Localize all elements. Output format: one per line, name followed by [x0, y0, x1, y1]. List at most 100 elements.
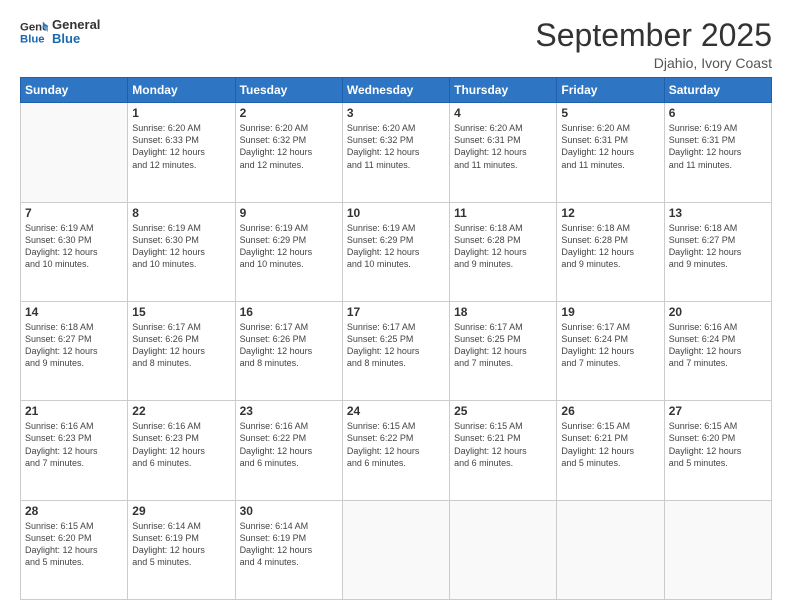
col-monday: Monday: [128, 78, 235, 103]
calendar-cell: [342, 500, 449, 599]
day-info: Sunrise: 6:18 AM Sunset: 6:28 PM Dayligh…: [454, 222, 552, 271]
logo-line1: General: [52, 18, 100, 32]
day-info: Sunrise: 6:19 AM Sunset: 6:31 PM Dayligh…: [669, 122, 767, 171]
calendar-cell: 19Sunrise: 6:17 AM Sunset: 6:24 PM Dayli…: [557, 301, 664, 400]
day-info: Sunrise: 6:16 AM Sunset: 6:24 PM Dayligh…: [669, 321, 767, 370]
col-wednesday: Wednesday: [342, 78, 449, 103]
calendar-header-row: Sunday Monday Tuesday Wednesday Thursday…: [21, 78, 772, 103]
day-info: Sunrise: 6:15 AM Sunset: 6:21 PM Dayligh…: [561, 420, 659, 469]
calendar-cell: 18 Sunrise: 6:17 AM Sunset: 6:25 PM Dayli…: [450, 301, 557, 400]
calendar-cell: 22 Sunrise: 6:16 AM Sunset: 6:23 PM Dayli…: [128, 401, 235, 500]
col-thursday: Thursday: [450, 78, 557, 103]
day-number: 10: [347, 206, 445, 220]
col-sunday: Sunday: [21, 78, 128, 103]
day-info: Sunrise: 6:18 AM Sunset: 6:27 PM Dayligh…: [25, 321, 123, 370]
day-number: 24: [347, 404, 445, 418]
title-block: September 2025 Djahio, Ivory Coast: [535, 18, 772, 71]
logo-icon: General Blue: [20, 18, 48, 46]
day-info: Sunrise: 6:20 AM Sunset: 6:31 PM Dayligh…: [561, 122, 659, 171]
calendar-cell: [450, 500, 557, 599]
day-info: Sunrise: 6:15 AM Sunset: 6:22 PM Dayligh…: [347, 420, 445, 469]
day-number: 22: [132, 404, 230, 418]
day-number: 6: [669, 106, 767, 120]
day-number: 11: [454, 206, 552, 220]
day-info: Sunrise: 6:20 AM Sunset: 6:31 PM Dayligh…: [454, 122, 552, 171]
calendar-cell: 14 Sunrise: 6:18 AM Sunset: 6:27 PM Dayli…: [21, 301, 128, 400]
day-number: 20: [669, 305, 767, 319]
calendar-cell: 29Sunrise: 6:14 AM Sunset: 6:19 PM Dayli…: [128, 500, 235, 599]
day-number: 13: [669, 206, 767, 220]
day-number: 2: [240, 106, 338, 120]
day-info: Sunrise: 6:15 AM Sunset: 6:20 PM Dayligh…: [669, 420, 767, 469]
day-number: 23: [240, 404, 338, 418]
day-info: Sunrise: 6:16 AM Sunset: 6:23 PM Dayligh…: [25, 420, 123, 469]
day-info: Sunrise: 6:16 AM Sunset: 6:23 PM Dayligh…: [132, 420, 230, 469]
calendar-cell: 23 Sunrise: 6:16 AM Sunset: 6:22 PM Dayli…: [235, 401, 342, 500]
day-number: 8: [132, 206, 230, 220]
day-info: Sunrise: 6:17 AM Sunset: 6:26 PM Dayligh…: [240, 321, 338, 370]
day-number: 29: [132, 504, 230, 518]
day-number: 17: [347, 305, 445, 319]
day-info: Sunrise: 6:15 AM Sunset: 6:20 PM Dayligh…: [25, 520, 123, 569]
day-info: Sunrise: 6:18 AM Sunset: 6:28 PM Dayligh…: [561, 222, 659, 271]
logo-line2: Blue: [52, 32, 100, 46]
day-info: Sunrise: 6:20 AM Sunset: 6:32 PM Dayligh…: [240, 122, 338, 171]
col-saturday: Saturday: [664, 78, 771, 103]
day-info: Sunrise: 6:16 AM Sunset: 6:22 PM Dayligh…: [240, 420, 338, 469]
calendar-cell: 9Sunrise: 6:19 AM Sunset: 6:29 PM Daylig…: [235, 202, 342, 301]
day-number: 28: [25, 504, 123, 518]
day-number: 27: [669, 404, 767, 418]
month-title: September 2025: [535, 18, 772, 53]
day-number: 12: [561, 206, 659, 220]
day-number: 1: [132, 106, 230, 120]
calendar-cell: 26 Sunrise: 6:15 AM Sunset: 6:21 PM Dayli…: [557, 401, 664, 500]
day-info: Sunrise: 6:19 AM Sunset: 6:30 PM Dayligh…: [25, 222, 123, 271]
day-info: Sunrise: 6:18 AM Sunset: 6:27 PM Dayligh…: [669, 222, 767, 271]
day-info: Sunrise: 6:20 AM Sunset: 6:33 PM Dayligh…: [132, 122, 230, 171]
calendar-cell: 11 Sunrise: 6:18 AM Sunset: 6:28 PM Dayli…: [450, 202, 557, 301]
calendar-cell: 16 Sunrise: 6:17 AM Sunset: 6:26 PM Dayli…: [235, 301, 342, 400]
day-info: Sunrise: 6:17 AM Sunset: 6:25 PM Dayligh…: [454, 321, 552, 370]
header: General Blue General Blue September 2025…: [20, 18, 772, 71]
page: General Blue General Blue September 2025…: [0, 0, 792, 612]
calendar-cell: 10Sunrise: 6:19 AM Sunset: 6:29 PM Dayli…: [342, 202, 449, 301]
calendar-cell: 8Sunrise: 6:19 AM Sunset: 6:30 PM Daylig…: [128, 202, 235, 301]
calendar-cell: 1 Sunrise: 6:20 AM Sunset: 6:33 PM Daylig…: [128, 103, 235, 202]
calendar-cell: 13 Sunrise: 6:18 AM Sunset: 6:27 PM Dayli…: [664, 202, 771, 301]
calendar-cell: 3 Sunrise: 6:20 AM Sunset: 6:32 PM Daylig…: [342, 103, 449, 202]
calendar-cell: 28 Sunrise: 6:15 AM Sunset: 6:20 PM Dayli…: [21, 500, 128, 599]
logo: General Blue General Blue: [20, 18, 100, 47]
day-number: 3: [347, 106, 445, 120]
day-info: Sunrise: 6:14 AM Sunset: 6:19 PM Dayligh…: [240, 520, 338, 569]
day-number: 18: [454, 305, 552, 319]
calendar-cell: 7 Sunrise: 6:19 AM Sunset: 6:30 PM Daylig…: [21, 202, 128, 301]
calendar-cell: 25 Sunrise: 6:15 AM Sunset: 6:21 PM Dayli…: [450, 401, 557, 500]
calendar-cell: 4Sunrise: 6:20 AM Sunset: 6:31 PM Daylig…: [450, 103, 557, 202]
day-number: 14: [25, 305, 123, 319]
calendar-cell: 17 Sunrise: 6:17 AM Sunset: 6:25 PM Dayli…: [342, 301, 449, 400]
day-info: Sunrise: 6:15 AM Sunset: 6:21 PM Dayligh…: [454, 420, 552, 469]
calendar-cell: 12 Sunrise: 6:18 AM Sunset: 6:28 PM Dayli…: [557, 202, 664, 301]
calendar-cell: 21Sunrise: 6:16 AM Sunset: 6:23 PM Dayli…: [21, 401, 128, 500]
calendar-cell: 6 Sunrise: 6:19 AM Sunset: 6:31 PM Daylig…: [664, 103, 771, 202]
calendar-cell: [21, 103, 128, 202]
day-number: 9: [240, 206, 338, 220]
day-info: Sunrise: 6:17 AM Sunset: 6:26 PM Dayligh…: [132, 321, 230, 370]
col-friday: Friday: [557, 78, 664, 103]
day-number: 25: [454, 404, 552, 418]
day-number: 7: [25, 206, 123, 220]
location-subtitle: Djahio, Ivory Coast: [535, 55, 772, 71]
day-number: 15: [132, 305, 230, 319]
col-tuesday: Tuesday: [235, 78, 342, 103]
day-number: 26: [561, 404, 659, 418]
day-number: 16: [240, 305, 338, 319]
calendar-cell: 24 Sunrise: 6:15 AM Sunset: 6:22 PM Dayli…: [342, 401, 449, 500]
calendar-table: Sunday Monday Tuesday Wednesday Thursday…: [20, 77, 772, 600]
calendar-cell: 2 Sunrise: 6:20 AM Sunset: 6:32 PM Daylig…: [235, 103, 342, 202]
calendar-cell: 30Sunrise: 6:14 AM Sunset: 6:19 PM Dayli…: [235, 500, 342, 599]
day-info: Sunrise: 6:17 AM Sunset: 6:25 PM Dayligh…: [347, 321, 445, 370]
day-number: 19: [561, 305, 659, 319]
day-info: Sunrise: 6:20 AM Sunset: 6:32 PM Dayligh…: [347, 122, 445, 171]
calendar-cell: 5Sunrise: 6:20 AM Sunset: 6:31 PM Daylig…: [557, 103, 664, 202]
calendar-cell: 27 Sunrise: 6:15 AM Sunset: 6:20 PM Dayli…: [664, 401, 771, 500]
